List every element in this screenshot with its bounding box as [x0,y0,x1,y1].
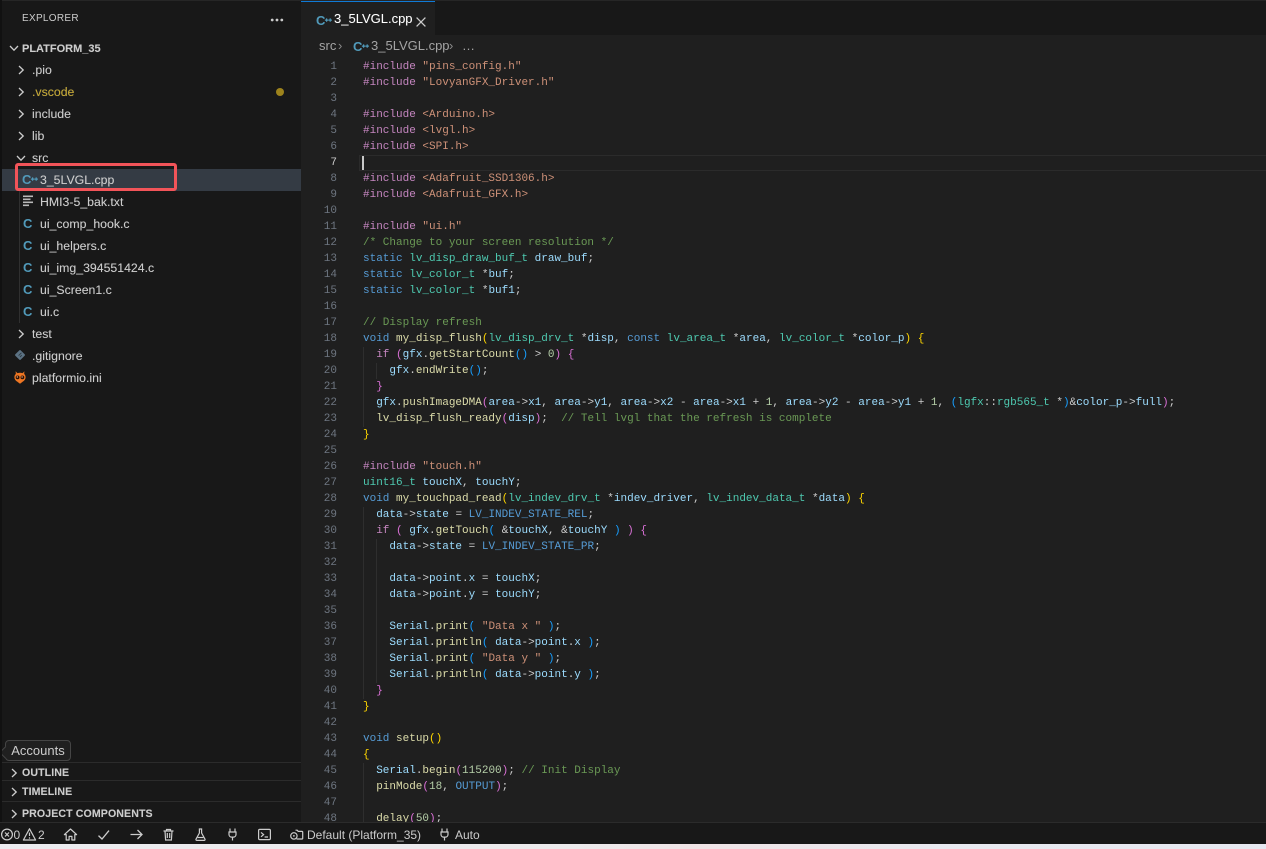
svg-text:C: C [23,282,33,296]
svg-text:C: C [353,39,363,54]
svg-text:C: C [23,260,33,274]
svg-text:C: C [23,304,33,318]
svg-text:C: C [23,238,33,252]
svg-text:C: C [23,216,33,230]
svg-text:C: C [316,13,326,28]
